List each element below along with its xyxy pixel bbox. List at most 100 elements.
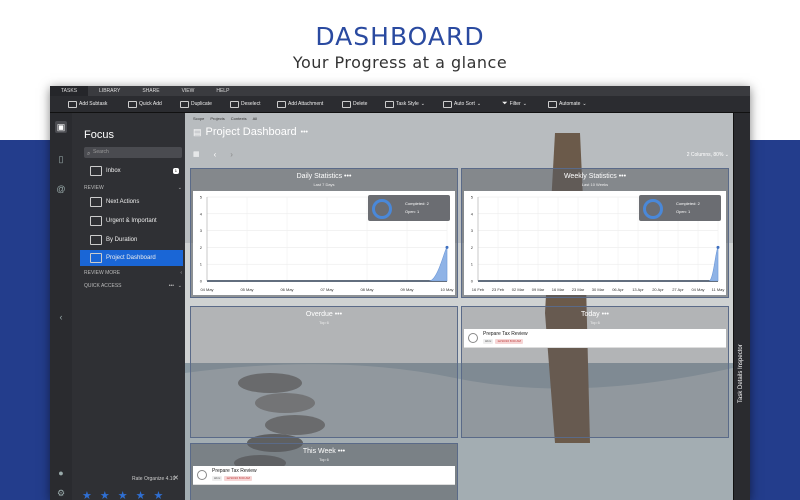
user-icon[interactable]: ● xyxy=(55,467,67,479)
task-style-icon xyxy=(385,100,394,108)
panel-title-text: Daily Statistics xyxy=(296,173,343,180)
x-tick-label: 16 Mar xyxy=(552,287,565,292)
duplicate-label: Duplicate xyxy=(191,101,212,107)
x-tick-label: 27 Apr xyxy=(672,287,684,292)
panel-subtitle: Top 6 xyxy=(319,457,329,462)
forward-arrow-icon[interactable]: › xyxy=(230,150,233,159)
tab-view[interactable]: VIEW xyxy=(171,86,206,96)
breadcrumb-contexts[interactable]: Contexts xyxy=(231,116,247,121)
inbox-tray-icon[interactable]: ▣ xyxy=(55,121,67,133)
dashboard-content: Scope Projects Contexts All ▤ Project Da… xyxy=(185,113,733,500)
more-icon[interactable]: ••• xyxy=(602,311,609,318)
chevron-down-icon: ⌄ xyxy=(724,152,729,158)
legend-open: Open: 1 xyxy=(405,209,420,214)
task-checkbox[interactable] xyxy=(197,470,207,480)
automate-button[interactable]: Automate ⌄ xyxy=(548,96,587,112)
star-icon[interactable]: ★ xyxy=(154,489,164,500)
automate-label: Automate xyxy=(559,101,581,107)
left-rail: ▣ ▯ @ ‹ ● ⚙ xyxy=(50,113,73,500)
tab-share[interactable]: SHARE xyxy=(131,86,170,96)
task-row[interactable]: Prepare Tax Review Hbrx 12/10/16 8:00 AM xyxy=(193,466,455,485)
star-icon[interactable]: ★ xyxy=(100,489,110,500)
daily-legend: Completed: 2 Open: 1 xyxy=(368,195,450,221)
more-icon[interactable]: ••• xyxy=(169,283,174,289)
search-input[interactable]: ⌕ Search xyxy=(84,147,182,158)
quick-add-button[interactable]: Quick Add xyxy=(128,96,162,112)
tab-tasks[interactable]: TASKS xyxy=(50,86,89,96)
sidebar-item-next-actions[interactable]: Next Actions xyxy=(80,194,183,210)
x-tick-label: 09 Mar xyxy=(532,287,545,292)
grid-icon[interactable]: ▦ xyxy=(193,150,200,159)
sidebar-item-project-dashboard[interactable]: Project Dashboard xyxy=(80,250,183,266)
star-icon[interactable]: ★ xyxy=(118,489,128,500)
at-icon[interactable]: @ xyxy=(55,183,67,195)
x-tick-label: 08 May xyxy=(360,287,373,292)
star-icon[interactable]: ★ xyxy=(136,489,146,500)
next-actions-icon xyxy=(90,197,102,207)
add-subtask-button[interactable]: Add Subtask xyxy=(68,96,107,112)
delete-button[interactable]: Delete xyxy=(342,96,367,112)
review-section-header[interactable]: REVIEW ⌄ xyxy=(84,185,182,191)
sort-icon xyxy=(443,100,452,108)
chevron-down-icon: ⌄ xyxy=(582,101,587,107)
donut-chart-icon xyxy=(643,199,663,219)
settings-icon[interactable]: ⚙ xyxy=(55,487,67,499)
x-tick-label: 30 Mar xyxy=(592,287,605,292)
quick-access-header[interactable]: QUICK ACCESS ••• ⌄ xyxy=(84,283,182,289)
columns-selector[interactable]: 2 Columns, 80% ⌄ xyxy=(687,152,729,158)
tab-help[interactable]: HELP xyxy=(205,86,240,96)
more-icon[interactable]: ••• xyxy=(335,311,342,318)
weekly-chart: 0 1 2 3 4 5 16 Feb 23 Feb 02 Mar 09 Mar 16 Mar 23 M… xyxy=(464,191,726,295)
delete-label: Delete xyxy=(353,101,368,107)
x-tick-label: 04 May xyxy=(691,287,704,292)
panel-subtitle: Last 7 Days xyxy=(313,182,335,187)
page-more-icon[interactable]: ••• xyxy=(301,129,308,136)
panel-title-text: This Week xyxy=(302,448,336,455)
sidebar-item-by-duration[interactable]: By Duration xyxy=(80,232,183,248)
x-tick-label: 06 Apr xyxy=(612,287,624,292)
task-due-date: 12/10/16 8:00 AM xyxy=(224,476,252,481)
task-details-inspector[interactable]: Task Details Inspector xyxy=(733,113,750,500)
delete-icon xyxy=(342,100,351,108)
attachment-icon xyxy=(277,100,286,108)
filter-button[interactable]: ⏷ Filter ⌄ xyxy=(502,96,527,112)
star-icon[interactable]: ★ xyxy=(82,489,92,500)
breadcrumb-all[interactable]: All xyxy=(253,116,257,121)
more-icon[interactable]: ••• xyxy=(344,173,351,180)
close-icon[interactable]: ✕ xyxy=(173,474,179,482)
sidebar-title: Focus xyxy=(84,129,114,141)
weekly-statistics-panel: Weekly Statistics ••• Last 10 Weeks 0123… xyxy=(461,168,729,298)
app-window: TASKS LIBRARY SHARE VIEW HELP Add Subtas… xyxy=(50,86,750,500)
search-placeholder: Search xyxy=(93,149,109,155)
add-attachment-button[interactable]: Add Attachment xyxy=(277,96,323,112)
data-point xyxy=(716,245,720,249)
sidebar-item-label: Inbox xyxy=(106,168,121,174)
dashboard-icon xyxy=(90,253,102,263)
x-tick-label: 13 Apr xyxy=(632,287,644,292)
columns-label: 2 Columns, 80% xyxy=(686,152,724,158)
rating-stars[interactable]: ★ ★ ★ ★ ★ xyxy=(82,489,163,500)
data-point xyxy=(445,245,449,249)
panel-title: Overdue ••• xyxy=(191,311,457,318)
back-arrow-icon[interactable]: ‹ xyxy=(214,150,217,159)
duplicate-button[interactable]: Duplicate xyxy=(180,96,212,112)
tab-library[interactable]: LIBRARY xyxy=(88,86,131,96)
task-style-button[interactable]: Task Style ⌄ xyxy=(385,96,425,112)
x-tick-label: 10 May xyxy=(440,287,453,292)
y-tick-label: 0 xyxy=(200,279,203,284)
deselect-button[interactable]: Deselect xyxy=(230,96,260,112)
more-icon[interactable]: ••• xyxy=(338,448,345,455)
task-tags: Hbrx 12/10/16 8:00 AM xyxy=(212,476,252,481)
sidebar-item-inbox[interactable]: Inbox 1 xyxy=(80,163,183,179)
task-row[interactable]: Prepare Tax Review Hbrx 12/10/16 8:00 AM xyxy=(464,329,726,348)
x-tick-label: 05 May xyxy=(240,287,253,292)
review-more-header[interactable]: REVIEW MORE ‹ xyxy=(84,270,182,276)
document-icon[interactable]: ▯ xyxy=(55,153,67,165)
task-checkbox[interactable] xyxy=(468,333,478,343)
collapse-left-icon[interactable]: ‹ xyxy=(55,311,67,323)
sidebar-item-urgent-important[interactable]: Urgent & Important xyxy=(80,213,183,229)
auto-sort-button[interactable]: Auto Sort ⌄ xyxy=(443,96,481,112)
more-icon[interactable]: ••• xyxy=(619,173,626,180)
breadcrumb-projects[interactable]: Projects xyxy=(210,116,224,121)
x-tick-label: 23 Mar xyxy=(572,287,585,292)
